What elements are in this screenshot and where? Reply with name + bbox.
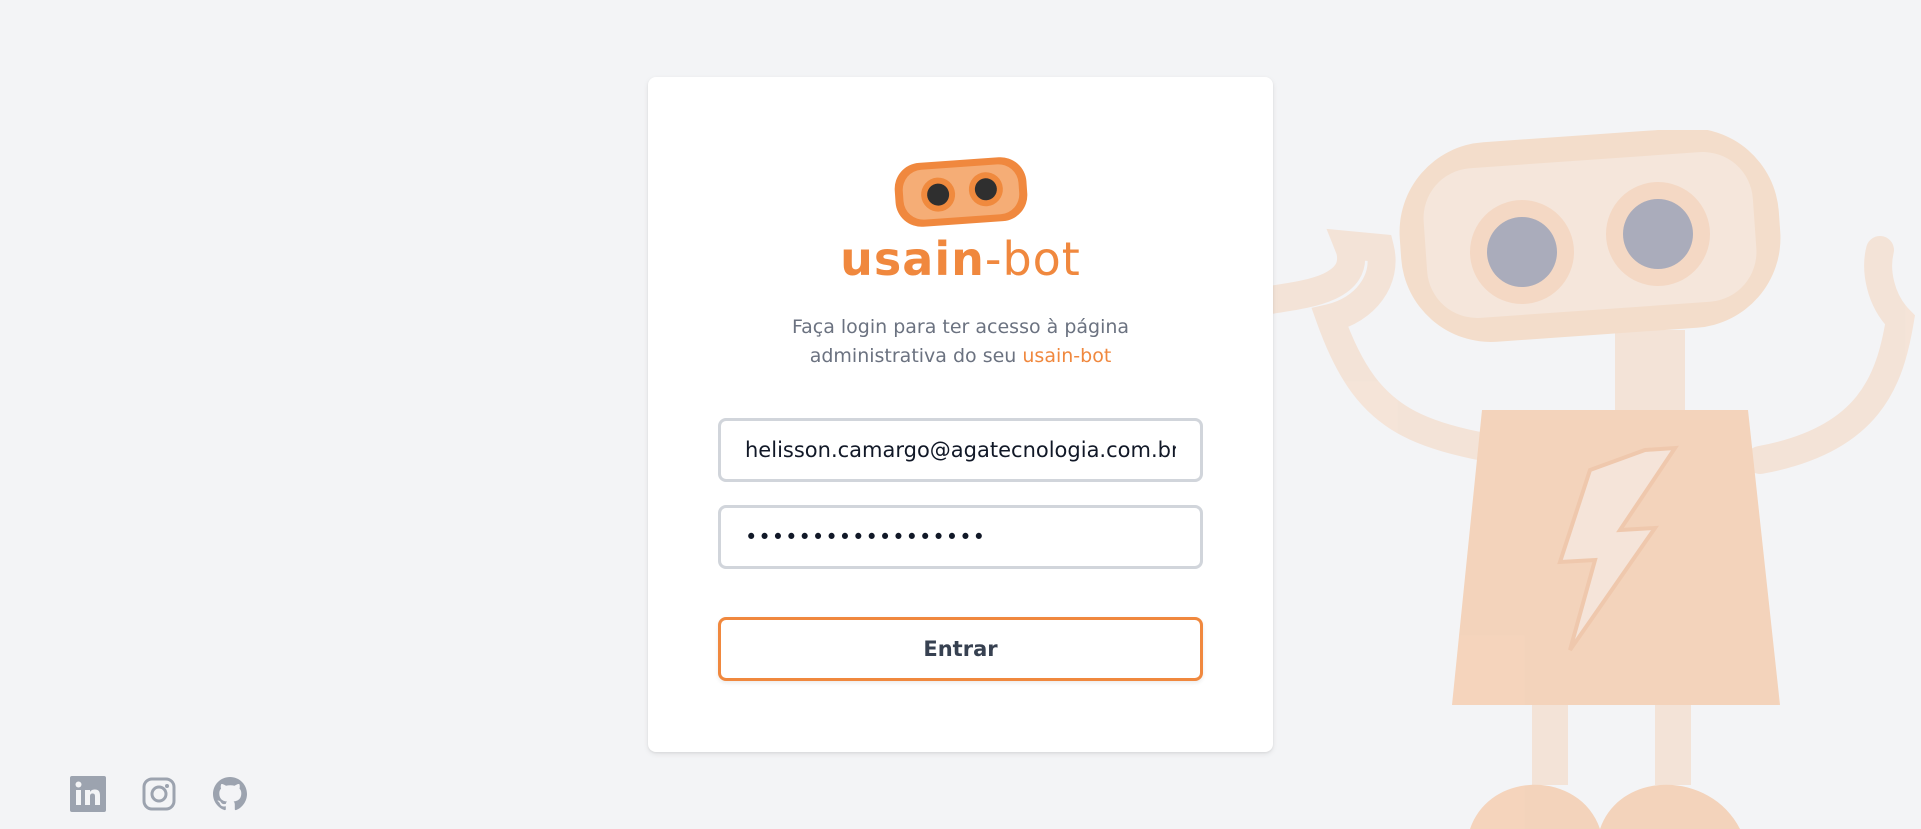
instagram-icon[interactable] — [140, 775, 178, 813]
login-button[interactable]: Entrar — [718, 617, 1203, 681]
robot-logo-icon — [894, 157, 1028, 227]
brand-name-dash: - — [984, 232, 1003, 286]
subtitle-line1: Faça login para ter acesso à página — [791, 316, 1130, 338]
subtitle-line2: administrativa do seu — [809, 345, 1017, 367]
subtitle-highlight: usain-bot — [1022, 345, 1112, 367]
brand-name-part1: usain — [840, 232, 985, 286]
brand-logo-text: usain-bot — [648, 232, 1273, 286]
email-field[interactable] — [718, 418, 1203, 482]
brand-name-part2: bot — [1002, 232, 1081, 286]
login-card: usain-bot Faça login para ter acesso à p… — [648, 77, 1273, 752]
password-field[interactable] — [718, 505, 1203, 569]
login-subtitle: Faça login para ter acesso à página admi… — [708, 313, 1213, 371]
github-icon[interactable] — [211, 775, 249, 813]
robot-illustration — [1270, 130, 1915, 829]
linkedin-icon[interactable] — [69, 775, 107, 813]
login-page: usain-bot Faça login para ter acesso à p… — [0, 0, 1921, 829]
